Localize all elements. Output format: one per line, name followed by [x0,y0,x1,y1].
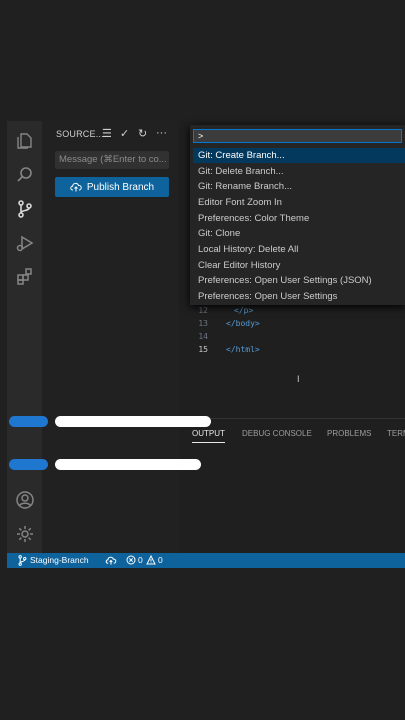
tab-debug-console[interactable]: DEBUG CONSOLE [242,429,312,438]
line-number: 12 [198,306,208,315]
command-item[interactable]: Git: Clone [193,226,405,241]
command-item[interactable]: Preferences: Color Theme [193,211,405,226]
account-icon[interactable] [13,488,37,512]
tab-problems[interactable]: PROBLEMS [327,429,371,438]
redaction-bar [9,416,48,427]
command-item[interactable]: Clear Editor History [193,258,405,273]
publish-cloud-icon[interactable] [105,555,117,566]
more-actions-icon[interactable]: ··· [156,127,168,141]
warning-count[interactable]: 0 [158,555,163,565]
error-icon [126,555,136,565]
redaction-bar [55,459,201,470]
command-palette: > Git: Create Branch... Git: Delete Bran… [190,125,405,305]
command-item[interactable]: Git: Create Branch... [193,148,405,163]
line-number: 13 [198,319,208,328]
bottom-panel: OUTPUT DEBUG CONSOLE PROBLEMS TERM [179,418,405,554]
run-debug-icon[interactable] [13,231,37,255]
cloud-upload-icon [70,182,82,192]
view-as-tree-icon[interactable]: ☰ [102,127,114,141]
explorer-icon[interactable] [13,129,37,153]
branch-name[interactable]: Staging-Branch [30,555,89,565]
activity-bar [7,121,42,553]
error-count[interactable]: 0 [138,555,143,565]
command-item[interactable]: Local History: Delete All [193,242,405,257]
refresh-icon[interactable]: ↻ [138,127,150,141]
command-item[interactable]: Preferences: Open User Settings [193,289,405,304]
redaction-bar [9,459,48,470]
line-number: 14 [198,332,208,341]
search-icon[interactable] [13,163,37,187]
settings-gear-icon[interactable] [13,522,37,546]
status-bar: Staging-Branch 0 0 [7,553,405,568]
commit-message-input[interactable]: Message (⌘Enter to co... [55,151,169,169]
sidebar-title: SOURCE... [56,129,104,139]
publish-branch-label: Publish Branch [86,181,155,193]
code-line: </p> [234,306,254,315]
publish-branch-button[interactable]: Publish Branch [55,177,169,197]
command-item[interactable]: Editor Font Zoom In [193,195,405,210]
tab-terminal[interactable]: TERM [387,429,405,438]
source-control-icon[interactable] [13,197,37,221]
code-line: </html> [226,345,260,354]
extensions-icon[interactable] [13,265,37,289]
command-palette-input[interactable]: > [193,129,402,143]
code-line: </body> [226,319,260,328]
source-control-sidebar: SOURCE... ☰ ✓ ↻ ··· Message (⌘Enter to c… [42,121,179,553]
commit-message-placeholder: Message (⌘Enter to co... [59,154,167,165]
command-item[interactable]: Git: Delete Branch... [193,164,405,179]
text-cursor-icon: I [297,374,300,384]
tab-output[interactable]: OUTPUT [192,429,225,443]
commit-check-icon[interactable]: ✓ [120,127,132,141]
redaction-bar [55,416,211,427]
warning-icon [146,555,156,565]
branch-icon [18,555,27,566]
command-item[interactable]: Git: Rename Branch... [193,179,405,194]
command-item[interactable]: Preferences: Open User Settings (JSON) [193,273,405,288]
line-number-active: 15 [198,345,208,354]
